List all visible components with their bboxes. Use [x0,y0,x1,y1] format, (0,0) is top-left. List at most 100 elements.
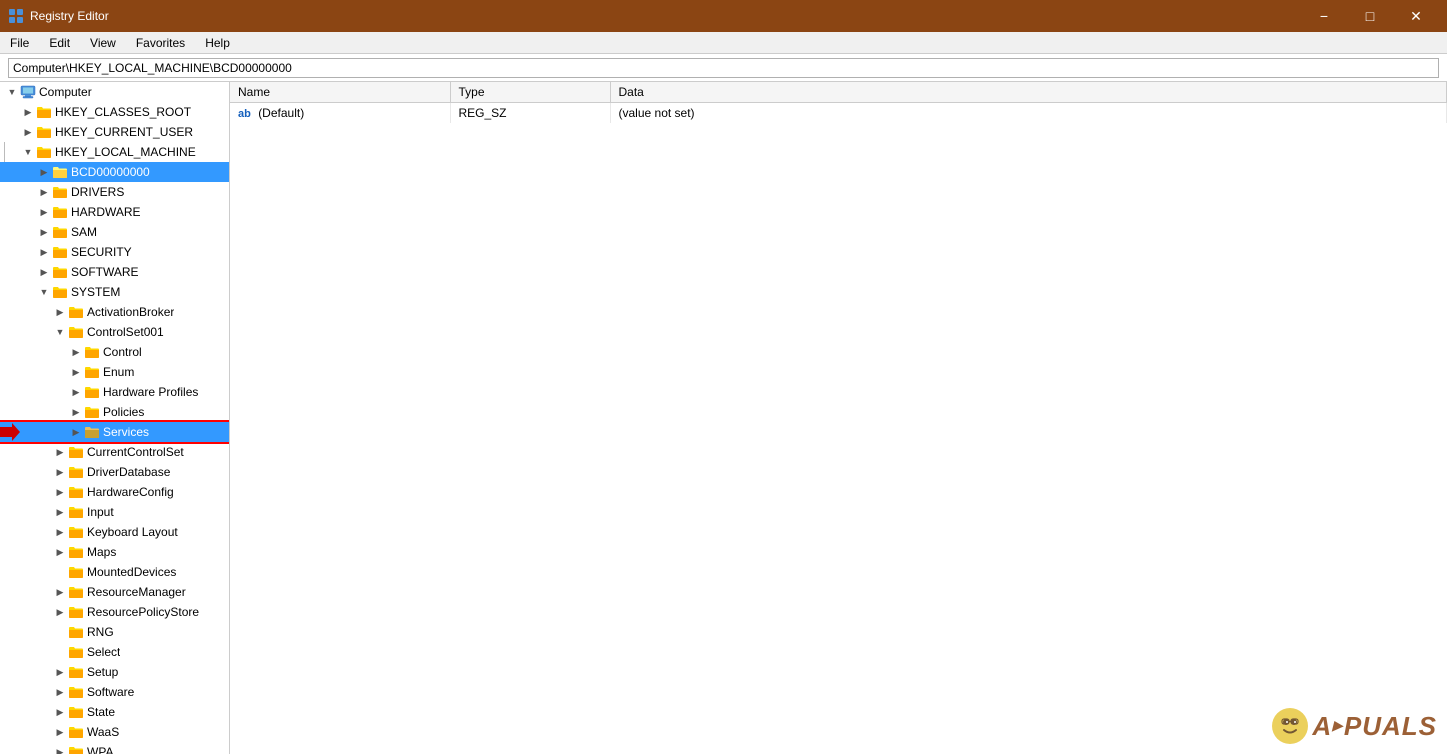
tree-item-resourcemanager[interactable]: ▶ ResourceManager [0,582,229,602]
expand-wpa[interactable]: ▶ [52,742,68,754]
expand-hardware-profiles[interactable]: ▶ [68,382,84,402]
tree-panel[interactable]: ▼ Computer ▶ HKEY_CLASSES_ROOT [0,82,230,754]
expand-activationbroker[interactable]: ▶ [52,302,68,322]
reg-name-default: ab (Default) [230,103,450,123]
expand-enum[interactable]: ▶ [68,362,84,382]
tree-item-controlset001[interactable]: ▼ ControlSet001 [0,322,229,342]
tree-item-mounteddevices[interactable]: ▶ MountedDevices [0,562,229,582]
tree-item-driverdatabase[interactable]: ▶ DriverDatabase [0,462,229,482]
reg-data-default: (value not set) [610,103,1447,123]
tree-label-waas: WaaS [87,725,119,739]
expand-waas[interactable]: ▶ [52,722,68,742]
tree-item-currentcontrolset[interactable]: ▶ CurrentControlSet [0,442,229,462]
tree-label-sam: SAM [71,225,97,239]
expand-bcd00000000[interactable]: ▶ [36,162,52,182]
tree-item-services[interactable]: ▶ Services [0,422,229,442]
tree-item-maps[interactable]: ▶ Maps [0,542,229,562]
menu-favorites[interactable]: Favorites [126,32,195,53]
tree-label-bcd00000000: BCD00000000 [71,165,150,179]
expand-hkey-local-machine[interactable]: ▼ [20,142,36,162]
tree-label-software-root: SOFTWARE [71,265,139,279]
expand-controlset001[interactable]: ▼ [52,322,68,342]
maximize-button[interactable]: □ [1347,0,1393,32]
expand-state[interactable]: ▶ [52,702,68,722]
address-input[interactable] [8,58,1439,78]
tree-item-hkey-local-machine[interactable]: ▼ HKEY_LOCAL_MACHINE [0,142,229,162]
tree-item-keyboard-layout[interactable]: ▶ Keyboard Layout [0,522,229,542]
tree-label-hkey-current-user: HKEY_CURRENT_USER [55,125,193,139]
reg-default-icon: ab [238,108,251,120]
watermark-text: A▶PUALS [1312,711,1437,742]
tree-item-hardware-profiles[interactable]: ▶ Hardware Profiles [0,382,229,402]
tree-item-hardware[interactable]: ▶ HARDWARE [0,202,229,222]
folder-icon-drivers [52,185,68,199]
tree-item-activationbroker[interactable]: ▶ ActivationBroker [0,302,229,322]
expand-services[interactable]: ▶ [68,422,84,442]
expand-driverdatabase[interactable]: ▶ [52,462,68,482]
folder-icon-maps [68,545,84,559]
tree-item-control[interactable]: ▶ Control [0,342,229,362]
expand-input[interactable]: ▶ [52,502,68,522]
tree-item-software-root[interactable]: ▶ SOFTWARE [0,262,229,282]
tree-item-bcd00000000[interactable]: ▶ BCD00000000 [0,162,229,182]
title-bar-controls: − □ ✕ [1301,0,1439,32]
folder-icon-controlset001 [68,325,84,339]
expand-security[interactable]: ▶ [36,242,52,262]
close-button[interactable]: ✕ [1393,0,1439,32]
expand-maps[interactable]: ▶ [52,542,68,562]
tree-item-hkey-current-user[interactable]: ▶ HKEY_CURRENT_USER [0,122,229,142]
expand-control[interactable]: ▶ [68,342,84,362]
tree-item-wpa[interactable]: ▶ WPA [0,742,229,754]
menu-bar: File Edit View Favorites Help [0,32,1447,54]
expand-sam[interactable]: ▶ [36,222,52,242]
expand-drivers[interactable]: ▶ [36,182,52,202]
tree-item-software[interactable]: ▶ Software [0,682,229,702]
folder-icon-waas [68,725,84,739]
expand-software[interactable]: ▶ [52,682,68,702]
folder-icon-enum [84,365,100,379]
tree-item-hardwareconfig[interactable]: ▶ HardwareConfig [0,482,229,502]
tree-item-security[interactable]: ▶ SECURITY [0,242,229,262]
expand-hkey-current-user[interactable]: ▶ [20,122,36,142]
tree-item-sam[interactable]: ▶ SAM [0,222,229,242]
expand-hardware[interactable]: ▶ [36,202,52,222]
expand-currentcontrolset[interactable]: ▶ [52,442,68,462]
tree-label-driverdatabase: DriverDatabase [87,465,170,479]
expand-hkey-classes-root[interactable]: ▶ [20,102,36,122]
tree-item-waas[interactable]: ▶ WaaS [0,722,229,742]
tree-label-keyboard-layout: Keyboard Layout [87,525,178,539]
minimize-button[interactable]: − [1301,0,1347,32]
tree-item-setup[interactable]: ▶ Setup [0,662,229,682]
folder-icon-setup [68,665,84,679]
tree-item-enum[interactable]: ▶ Enum [0,362,229,382]
expand-setup[interactable]: ▶ [52,662,68,682]
tree-item-policies[interactable]: ▶ Policies [0,402,229,422]
tree-item-select[interactable]: ▶ Select [0,642,229,662]
watermark: A▶PUALS [1272,708,1437,744]
menu-file[interactable]: File [0,32,39,53]
folder-icon-resourcemanager [68,585,84,599]
menu-edit[interactable]: Edit [39,32,80,53]
menu-view[interactable]: View [80,32,126,53]
folder-icon-services [84,425,100,439]
expand-computer[interactable]: ▼ [4,82,20,102]
tree-item-input[interactable]: ▶ Input [0,502,229,522]
expand-software-root[interactable]: ▶ [36,262,52,282]
menu-help[interactable]: Help [195,32,240,53]
expand-resourcemanager[interactable]: ▶ [52,582,68,602]
expand-system[interactable]: ▼ [36,282,52,302]
expand-keyboard-layout[interactable]: ▶ [52,522,68,542]
tree-item-drivers[interactable]: ▶ DRIVERS [0,182,229,202]
tree-item-hkey-classes-root[interactable]: ▶ HKEY_CLASSES_ROOT [0,102,229,122]
expand-resourcepolicystore[interactable]: ▶ [52,602,68,622]
tree-item-state[interactable]: ▶ State [0,702,229,722]
expand-policies[interactable]: ▶ [68,402,84,422]
tree-item-system[interactable]: ▼ SYSTEM [0,282,229,302]
tree-item-resourcepolicystore[interactable]: ▶ ResourcePolicyStore [0,602,229,622]
table-row-default[interactable]: ab (Default) REG_SZ (value not set) [230,103,1447,123]
tree-item-rng[interactable]: ▶ RNG [0,622,229,642]
expand-hardwareconfig[interactable]: ▶ [52,482,68,502]
tree-label-mounteddevices: MountedDevices [87,565,176,579]
services-row-container: ▶ Services [0,422,229,442]
tree-item-computer[interactable]: ▼ Computer [0,82,229,102]
